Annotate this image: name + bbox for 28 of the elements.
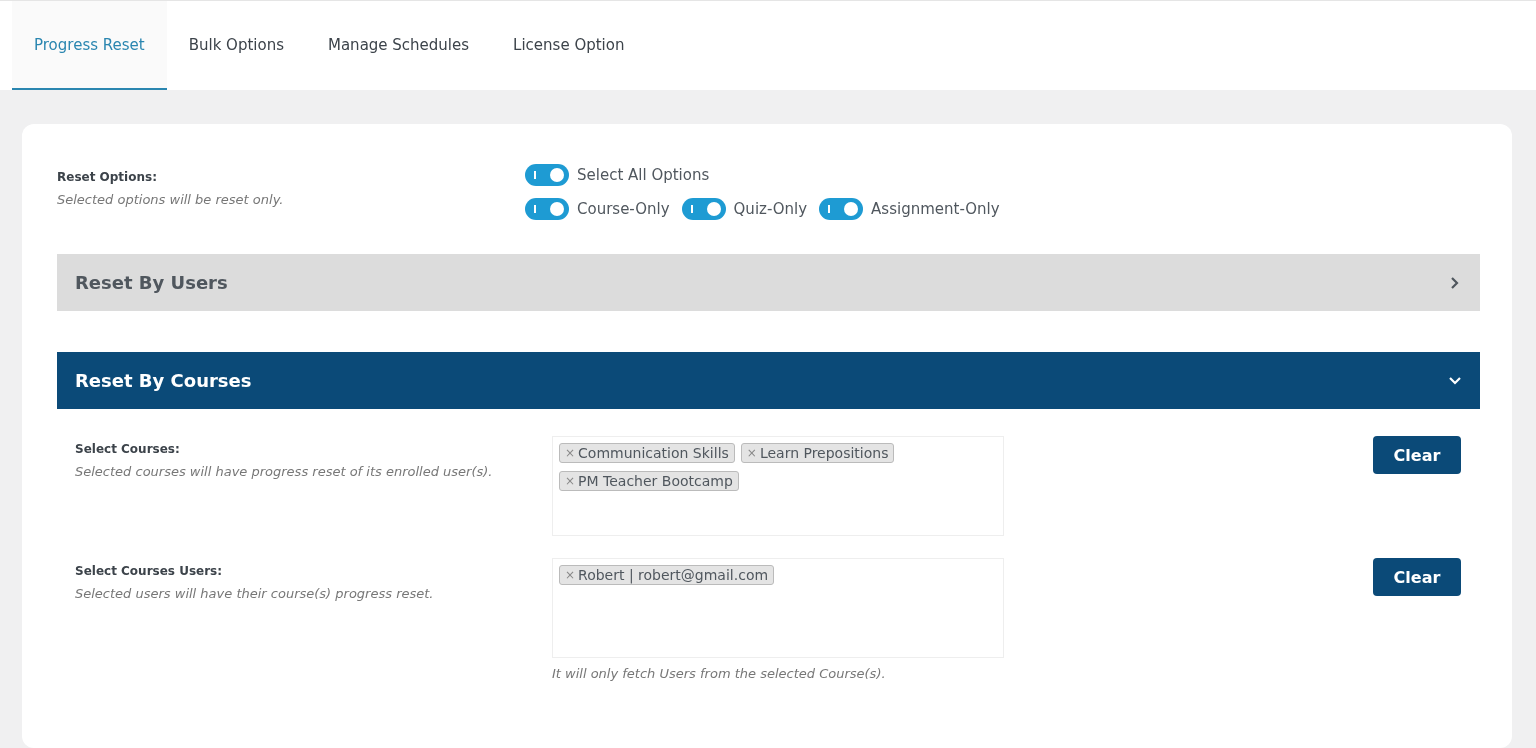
accordion-header[interactable]: Reset By Users — [57, 254, 1480, 311]
field-note: It will only fetch Users from the selected Course(s). — [552, 666, 887, 681]
tab[interactable]: Bulk Options — [166, 1, 306, 90]
tag-label: Robert | robert@gmail.com — [578, 567, 769, 583]
accordion-header[interactable]: Reset By Courses — [57, 352, 1480, 409]
tab[interactable]: License Option — [491, 1, 647, 90]
multi-select-field[interactable]: × Robert | robert@gmail.com — [552, 558, 1004, 658]
field-hint: Selected users will have their course(s) progress reset. — [75, 586, 435, 601]
field-hint: Selected options will be reset only. — [57, 192, 285, 207]
toggle-switch[interactable] — [819, 198, 864, 220]
field-label: Select Courses: — [75, 442, 181, 456]
field-label: Select Courses Users: — [75, 564, 224, 578]
tag-label: PM Teacher Bootcamp — [578, 473, 733, 489]
tab[interactable]: Progress Reset — [12, 1, 167, 90]
toggle-label: Assignment-Only — [871, 200, 1000, 218]
clear-button[interactable]: Clear — [1373, 558, 1461, 596]
toggle-label: Select All Options — [577, 166, 710, 184]
field-hint: Selected courses will have progress reset of its enrolled user(s). — [75, 464, 494, 479]
tab[interactable]: Manage Schedules — [306, 1, 492, 90]
tag-label: Learn Prepositions — [759, 445, 889, 461]
field-label: Reset Options: — [57, 170, 158, 184]
toggle-label: Quiz-Only — [733, 200, 808, 218]
toggle-switch[interactable] — [525, 164, 569, 186]
tag-label: Communication Skills — [578, 445, 729, 461]
toggle-label: Course-Only — [577, 200, 670, 218]
toggle-switch[interactable] — [525, 198, 569, 220]
clear-button[interactable]: Clear — [1373, 436, 1461, 474]
toggle-switch[interactable] — [681, 198, 726, 220]
